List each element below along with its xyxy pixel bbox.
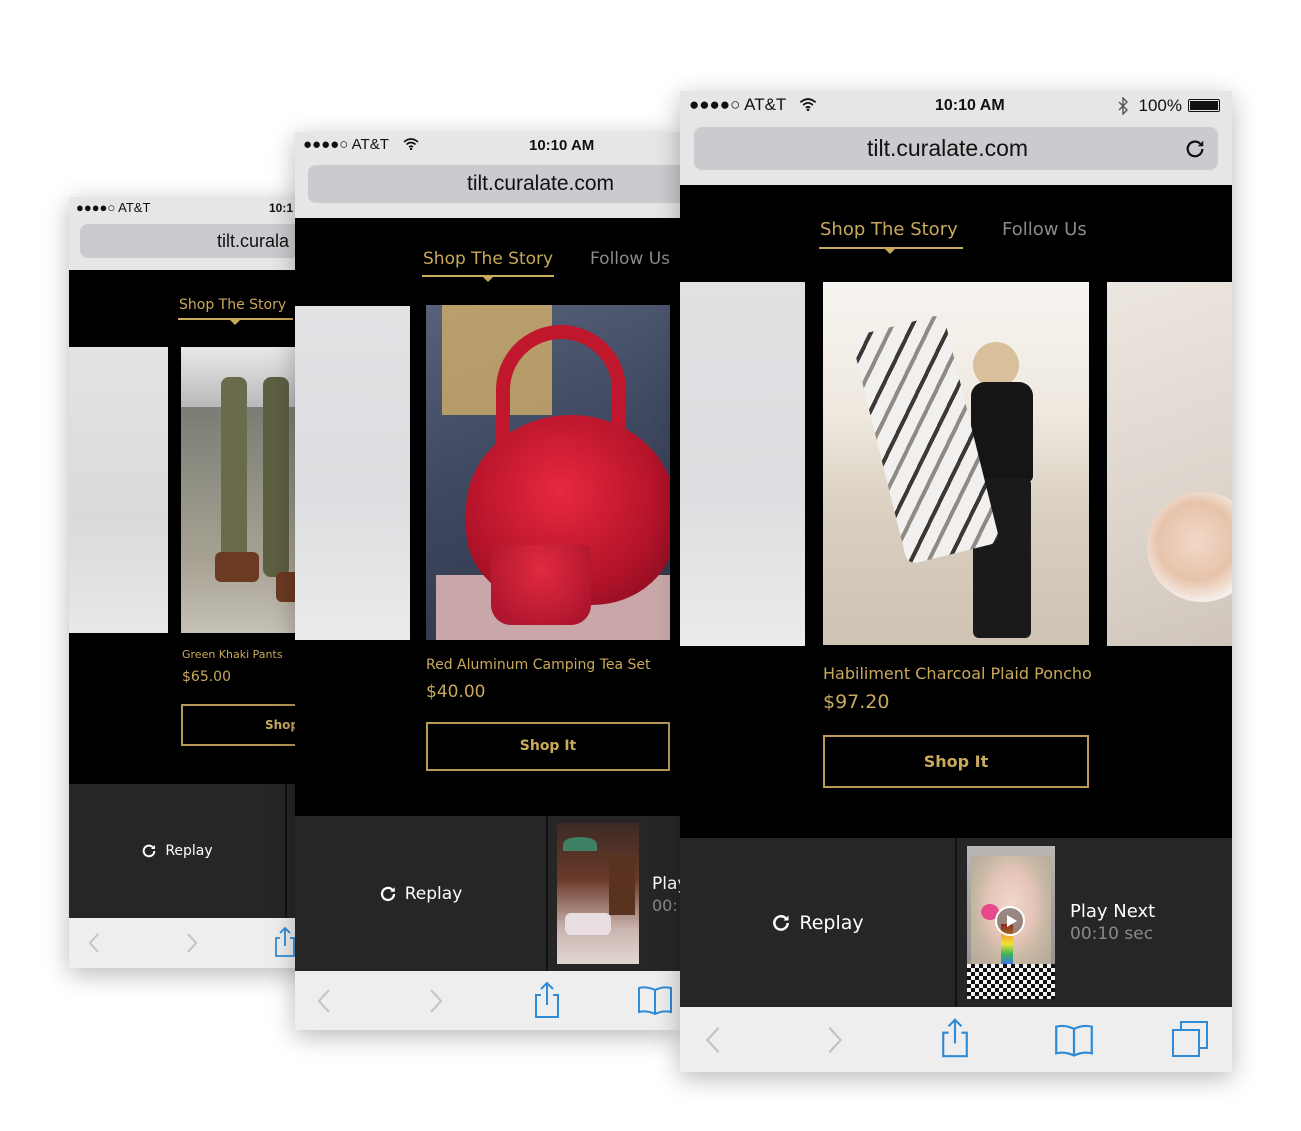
url-text: tilt.curala (217, 231, 290, 251)
address-bar[interactable]: tilt.curalate.com (694, 127, 1218, 170)
shop-button-label: Shop (265, 718, 300, 732)
url-row: tilt.curalate.com (680, 121, 1232, 185)
product-price: $40.00 (426, 682, 486, 702)
shop-button-label: Shop It (923, 752, 989, 771)
bookmarks-icon[interactable] (637, 985, 673, 1015)
tab-shop-the-story[interactable]: Shop The Story (423, 249, 553, 269)
browser-toolbar (295, 971, 681, 1030)
share-icon[interactable] (940, 1017, 970, 1059)
tab-shop-the-story[interactable]: Shop The Story (179, 297, 286, 313)
battery-percent: 100% (1138, 96, 1182, 115)
status-time: 10:10 AM (529, 137, 595, 154)
phone-screen-3: ●●●●○ AT&T 10:10 AM 100% tilt.curalate.c… (680, 91, 1232, 1072)
replay-icon (142, 844, 156, 858)
carrier-signal: ●●●●○ AT&T (689, 95, 787, 114)
forward-icon[interactable] (826, 1025, 844, 1055)
product-image-prev[interactable] (69, 347, 168, 633)
product-image-tea-set[interactable] (426, 305, 670, 640)
story-content: Shop The Story Follow Us Habiliment Char… (680, 185, 1232, 838)
tab-active-caret (230, 320, 240, 325)
replay-label: Replay (799, 911, 864, 934)
url-row: tilt.curala (69, 219, 319, 270)
phone-screen-1: ●●●●○ AT&T 10:1 tilt.curala Shop The Sto… (69, 197, 319, 968)
play-next-label: Play (652, 874, 681, 894)
product-name: Habiliment Charcoal Plaid Poncho (823, 664, 1092, 683)
status-bar: ●●●●○ AT&T 10:10 AM 100% (680, 91, 1232, 121)
phone-screen-2: ●●●●○ AT&T 10:10 AM tilt.curalate.com Sh… (295, 132, 681, 1030)
share-icon[interactable] (533, 981, 561, 1019)
countdown-label: 00:10 sec (1070, 924, 1154, 944)
play-next-label: Play Next (1070, 901, 1156, 922)
play-icon (995, 906, 1025, 936)
story-content: Shop The Story Follow Us Red Aluminum Ca… (295, 218, 681, 816)
replay-icon (380, 886, 395, 901)
bar-divider (285, 784, 287, 918)
tab-active-caret (483, 277, 493, 282)
next-video-thumbnail[interactable] (557, 823, 639, 964)
address-bar[interactable]: tilt.curalate.com (308, 165, 681, 203)
back-icon[interactable] (87, 932, 101, 954)
browser-toolbar (69, 918, 319, 968)
tab-active-caret (885, 249, 895, 254)
address-bar[interactable]: tilt.curala (80, 224, 319, 258)
bar-divider (955, 838, 957, 1007)
forward-icon[interactable] (185, 932, 199, 954)
story-content: Shop The Story Green Khaki Pants $65.00 … (69, 270, 319, 784)
product-name: Red Aluminum Camping Tea Set (426, 657, 651, 673)
browser-toolbar (680, 1007, 1232, 1072)
product-image-next[interactable] (1107, 282, 1232, 646)
replay-label: Replay (404, 883, 463, 904)
status-time: 10:1 (269, 201, 294, 215)
replay-button[interactable]: Replay (69, 784, 285, 918)
forward-icon[interactable] (428, 988, 444, 1014)
reload-icon[interactable] (1184, 138, 1206, 160)
product-image-prev[interactable] (680, 282, 805, 646)
wifi-icon (799, 98, 817, 111)
url-row: tilt.curalate.com (295, 160, 681, 218)
tab-follow-us[interactable]: Follow Us (590, 249, 670, 269)
countdown-label: 00: (652, 896, 678, 915)
shop-it-button[interactable]: Shop It (823, 735, 1089, 788)
bookmarks-icon[interactable] (1054, 1023, 1094, 1057)
url-text: tilt.curalate.com (867, 135, 1029, 161)
end-card-bar: Replay (69, 784, 319, 918)
product-price: $97.20 (823, 691, 890, 713)
product-name: Green Khaki Pants (182, 648, 283, 661)
back-icon[interactable] (704, 1025, 722, 1055)
carrier-signal: ●●●●○ AT&T (76, 200, 151, 215)
end-card-bar: Replay Play Next 00:10 sec (680, 838, 1232, 1007)
share-icon[interactable] (273, 926, 297, 958)
bar-divider (546, 816, 548, 971)
status-bar: ●●●●○ AT&T 10:10 AM (295, 132, 681, 160)
product-image-poncho[interactable] (823, 282, 1089, 645)
replay-button[interactable]: Replay (295, 816, 546, 971)
end-card-bar: Replay Play 00: (295, 816, 681, 971)
status-bar: ●●●●○ AT&T 10:1 (69, 197, 319, 219)
replay-icon (773, 914, 790, 931)
shop-button-label: Shop It (519, 738, 577, 754)
shop-it-button[interactable]: Shop It (426, 722, 670, 771)
replay-button[interactable]: Replay (680, 838, 955, 1007)
product-price: $65.00 (182, 669, 231, 685)
back-icon[interactable] (316, 988, 332, 1014)
url-text: tilt.curalate.com (467, 172, 615, 195)
replay-label: Replay (165, 843, 213, 859)
product-image-prev[interactable] (295, 306, 410, 640)
battery-icon (1188, 99, 1220, 112)
next-video-thumbnail[interactable] (967, 846, 1055, 999)
wifi-icon (403, 138, 419, 150)
carrier-signal: ●●●●○ AT&T (303, 136, 389, 153)
tabs-icon[interactable] (1171, 1020, 1209, 1058)
bluetooth-icon (1118, 97, 1128, 115)
status-time: 10:10 AM (935, 97, 1005, 114)
tab-follow-us[interactable]: Follow Us (1002, 219, 1087, 240)
tab-shop-the-story[interactable]: Shop The Story (820, 219, 958, 240)
